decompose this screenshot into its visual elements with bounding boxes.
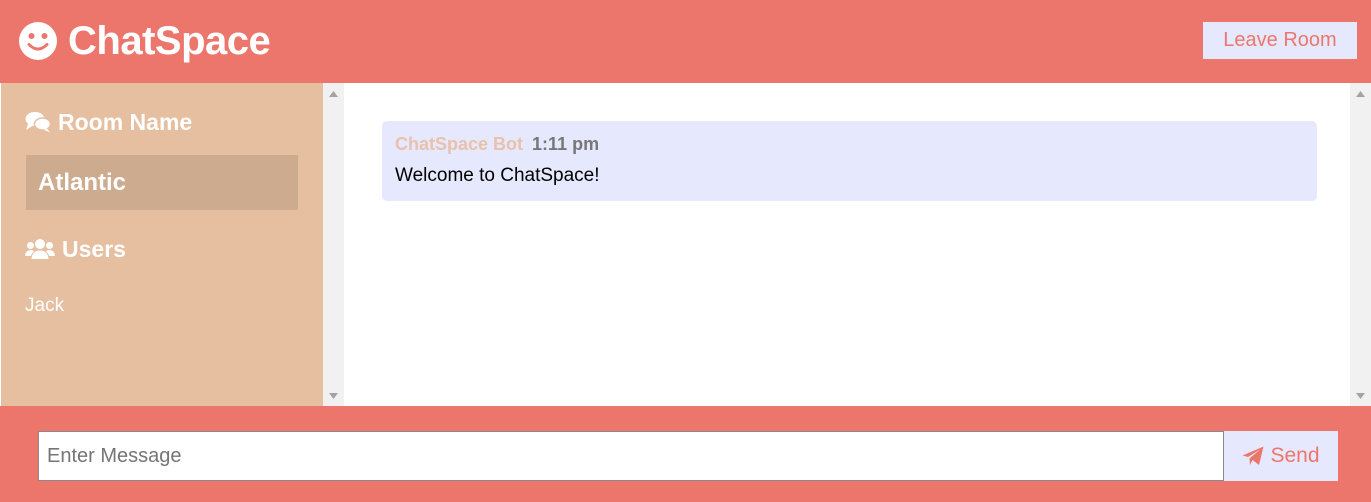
smile-icon	[18, 21, 58, 61]
chat-messages: ChatSpace Bot 1:11 pm Welcome to ChatSpa…	[344, 83, 1350, 406]
message-composer: Send	[0, 406, 1371, 502]
users-heading: Users	[25, 235, 126, 263]
paper-plane-icon	[1242, 446, 1270, 466]
room-name-heading-label: Room Name	[58, 109, 193, 135]
scroll-up-arrow-icon[interactable]	[323, 85, 344, 102]
message: ChatSpace Bot 1:11 pm Welcome to ChatSpa…	[382, 121, 1317, 201]
message-time: 1:11 pm	[532, 134, 600, 154]
scroll-up-arrow-icon[interactable]	[1350, 85, 1371, 102]
users-icon	[25, 238, 62, 260]
message-author: ChatSpace Bot	[395, 134, 524, 154]
scroll-down-arrow-icon[interactable]	[323, 387, 344, 404]
chat-scrollbar[interactable]	[1350, 83, 1371, 406]
users-list: Jack	[25, 293, 64, 319]
room-name-heading: Room Name	[25, 108, 192, 136]
message-meta: ChatSpace Bot 1:11 pm	[395, 133, 1304, 155]
room-name-value: Atlantic	[26, 155, 298, 210]
send-button[interactable]: Send	[1224, 431, 1338, 481]
scroll-down-arrow-icon[interactable]	[1350, 387, 1371, 404]
chat-app: ChatSpace Leave Room Room Name Atlantic	[0, 0, 1371, 502]
leave-room-button[interactable]: Leave Room	[1203, 22, 1357, 59]
user-item: Jack	[25, 295, 65, 316]
comments-icon	[25, 111, 58, 133]
sidebar: Room Name Atlantic Users Jack	[1, 83, 323, 406]
users-heading-label: Users	[62, 236, 126, 262]
message-input[interactable]	[38, 431, 1224, 481]
app-title: ChatSpace	[68, 19, 271, 63]
sidebar-scrollbar[interactable]	[323, 83, 344, 406]
brand: ChatSpace	[18, 19, 271, 63]
top-navbar: ChatSpace Leave Room	[0, 0, 1371, 83]
message-text: Welcome to ChatSpace!	[395, 165, 600, 186]
send-button-label: Send	[1270, 444, 1320, 467]
